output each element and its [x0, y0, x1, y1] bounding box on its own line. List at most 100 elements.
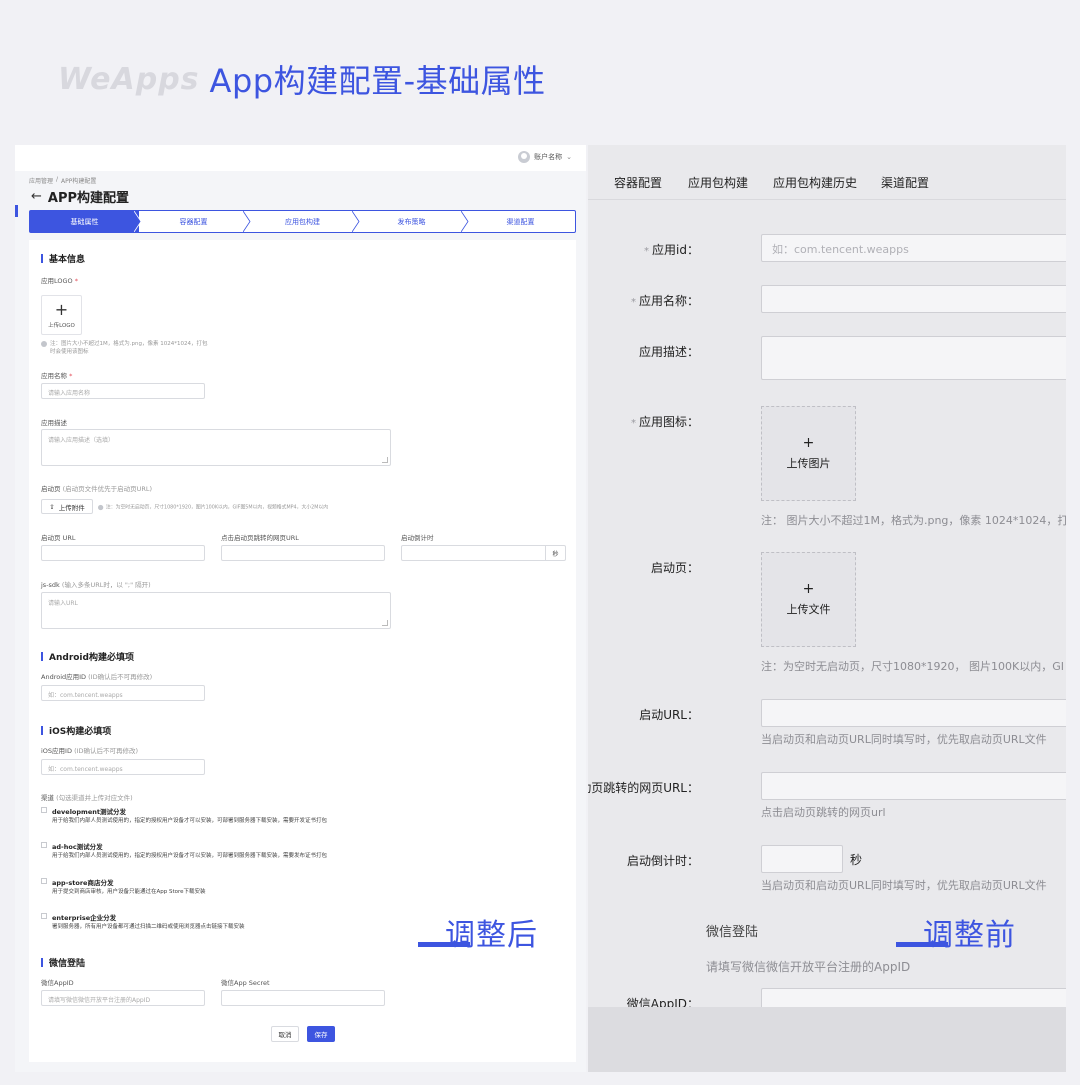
page-header: ← APP构建配置	[31, 187, 129, 206]
required-mark: *	[630, 418, 636, 429]
step-bar: 基础属性 容器配置 应用包构建 发布策略 渠道配置	[29, 210, 576, 233]
chevron-right-icon	[461, 211, 469, 232]
section-bar	[41, 726, 43, 735]
section-bar	[41, 958, 43, 967]
section-title-wechat: 微信登陆	[41, 956, 85, 969]
channel-name: development测试分发	[52, 808, 126, 816]
page-title: APP构建配置	[47, 191, 130, 206]
section-title-basic: 基本信息	[41, 252, 85, 265]
android-id-input[interactable]: 如：com.tencent.weapps	[41, 685, 205, 701]
avatar	[518, 151, 531, 163]
step-label: 发布策略	[397, 217, 426, 226]
splash-note: 注：为空时无启动页，尺寸1080*1920， 图片100K以内，GI	[761, 660, 1064, 673]
before-tag-text: 调整前	[923, 918, 1016, 953]
tab-build-history[interactable]: 应用包构建历史	[773, 174, 857, 191]
app-id-label-text: 应用id：	[652, 243, 699, 257]
upload-file-label: 上传文件	[786, 603, 831, 616]
plus-icon: +	[54, 299, 69, 319]
app-desc-textarea[interactable]	[761, 336, 1066, 380]
hero-header: WeApps App构建配置-基础属性	[58, 56, 546, 102]
step-release[interactable]: 发布策略	[357, 211, 469, 232]
upload-file-button[interactable]: + 上传文件	[761, 552, 856, 647]
chevron-right-icon	[352, 211, 360, 232]
section-title-text: iOS构建必填项	[49, 727, 112, 737]
step-label: 容器配置	[179, 217, 208, 226]
tab-channel[interactable]: 渠道配置	[881, 174, 929, 191]
back-arrow-icon[interactable]: ←	[31, 189, 42, 204]
plus-icon: +	[802, 435, 815, 451]
android-id-hint: (ID确认后不可再修改)	[88, 673, 153, 681]
channel-name: ad-hoc测试分发	[52, 843, 103, 851]
checkbox[interactable]	[41, 913, 47, 919]
cancel-button[interactable]: 取消	[271, 1026, 299, 1042]
android-id-label: Android应用ID (ID确认后不可再修改)	[41, 671, 152, 681]
account-menu[interactable]: 账户名称 ⌄	[518, 151, 572, 163]
logo-label-text: 应用LOGO	[41, 277, 73, 285]
ios-id-input[interactable]: 如：com.tencent.weapps	[41, 759, 205, 775]
logo-note: 注：图片大小不超过1M，格式为.png，像素 1024*1024，打包时会使用该…	[41, 340, 211, 356]
wechat-section-note: 请填写微信微信开放平台注册的AppID	[706, 960, 911, 974]
footer-bar	[588, 1007, 1066, 1072]
section-title-text: 基本信息	[49, 255, 86, 265]
tab-build[interactable]: 应用包构建	[688, 174, 748, 191]
section-title-android: Android构建必填项	[41, 650, 134, 663]
countdown-label: 启动倒计时	[401, 534, 434, 542]
app-id-label: * 应用id：	[644, 241, 699, 258]
channel-label: 渠道 (勾选渠道并上传对应文件)	[41, 792, 133, 802]
seconds-unit: 秒	[850, 853, 863, 867]
name-label-text: 应用名称	[41, 372, 67, 380]
upload-logo-label: 上传LOGO	[48, 322, 75, 329]
section-title-text: 微信登陆	[49, 959, 86, 969]
upload-image-button[interactable]: + 上传图片	[761, 406, 856, 501]
wechat-appid-input[interactable]: 请填写微信微信开放平台注册的AppID	[41, 990, 205, 1006]
after-tag: 调整后	[418, 910, 538, 954]
splash-url-input[interactable]	[41, 545, 205, 561]
chevron-right-icon	[134, 211, 142, 232]
step-channel[interactable]: 渠道配置	[466, 211, 575, 232]
step-build[interactable]: 应用包构建	[248, 211, 360, 232]
countdown-note: 当启动页和启动页URL同时填写时，优先取启动页URL文件	[761, 879, 1047, 892]
checkbox[interactable]	[41, 807, 47, 813]
app-name-label-text: 应用名称：	[638, 294, 699, 308]
breadcrumb-item: APP构建配置	[61, 178, 97, 185]
app-name-input[interactable]: 请输入应用名称	[41, 383, 205, 399]
splash-url-label: 启动URL：	[639, 708, 699, 722]
app-desc-textarea[interactable]: 请输入应用描述（选填）	[41, 429, 391, 466]
required-mark: *	[69, 372, 73, 380]
channel-desc: 用于提交到商店审核，用户设备只能通过在App Store下载安装	[52, 889, 206, 895]
checkbox[interactable]	[41, 842, 47, 848]
upload-attachment-label: 上传附件	[58, 503, 85, 512]
jump-url-input[interactable]	[761, 772, 1066, 800]
jssdk-textarea[interactable]: 请输入URL	[41, 592, 391, 629]
tab-container[interactable]: 容器配置	[614, 174, 662, 191]
app-name-input[interactable]	[761, 285, 1066, 313]
countdown-input[interactable]: 秒	[401, 545, 566, 561]
countdown-input[interactable]	[761, 845, 843, 873]
splash-jump-url-input[interactable]	[221, 545, 385, 561]
upload-attachment-button[interactable]: ⇪ 上传附件	[41, 499, 93, 514]
account-name: 账户名称	[534, 153, 563, 161]
step-basic[interactable]: 基础属性	[30, 211, 142, 232]
name-label: 应用名称 *	[41, 370, 72, 380]
breadcrumb-item[interactable]: 应用管理	[29, 176, 53, 185]
save-button[interactable]: 保存	[307, 1026, 335, 1042]
splash-note: 注：为空时无启动页，尺寸1080*1920，图片100K以内，GIF图5M以内，…	[98, 504, 362, 511]
channel-name: enterprise企业分发	[52, 914, 117, 922]
splash-url-input[interactable]	[761, 699, 1066, 727]
info-icon	[41, 341, 47, 347]
tab-bar: 容器配置 应用包构建 应用包构建历史 渠道配置	[588, 145, 1066, 200]
section-bar	[41, 652, 43, 661]
upload-logo-button[interactable]: + 上传LOGO	[41, 295, 82, 335]
app-id-input[interactable]: 如：com.tencent.weapps	[761, 234, 1066, 262]
android-id-label-text: Android应用ID	[41, 673, 87, 681]
step-container[interactable]: 容器配置	[139, 211, 251, 232]
before-tag: 调整前	[896, 910, 1016, 954]
info-icon	[98, 504, 104, 511]
step-label: 渠道配置	[506, 217, 535, 226]
breadcrumb-separator: /	[56, 176, 59, 183]
checkbox[interactable]	[41, 878, 47, 884]
jssdk-label-text: js-sdk	[41, 581, 60, 589]
ios-id-hint: (ID确认后不可再修改)	[74, 747, 139, 755]
required-mark: *	[74, 277, 78, 285]
wechat-secret-input[interactable]	[221, 990, 385, 1006]
